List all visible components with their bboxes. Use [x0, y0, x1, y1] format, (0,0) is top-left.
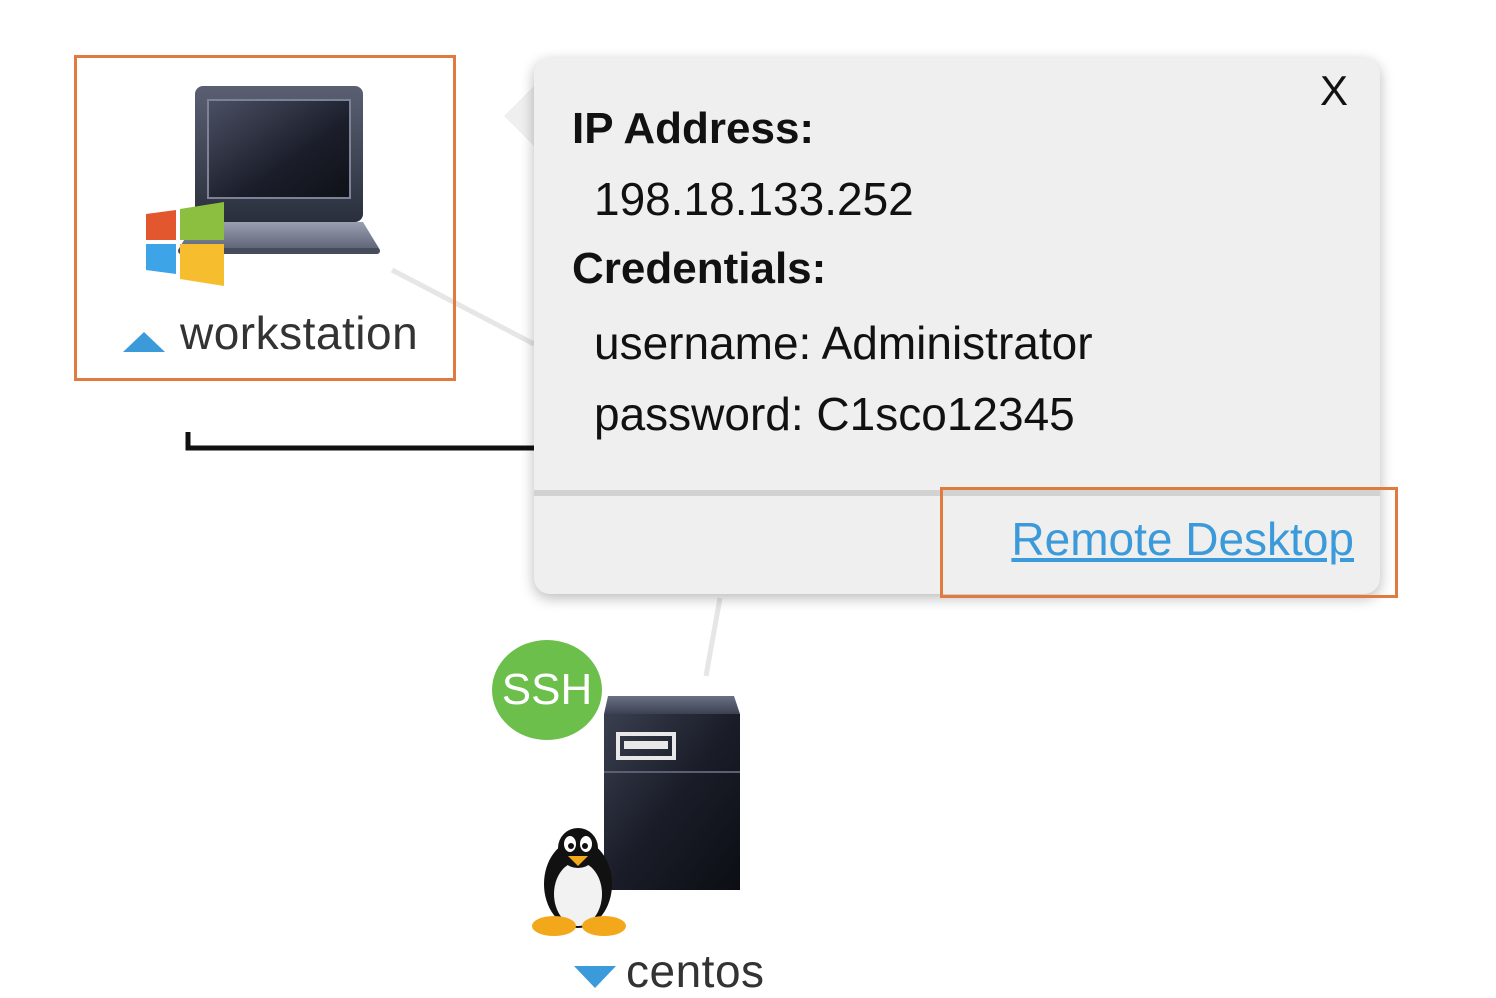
ssh-badge-label: SSH [501, 665, 593, 714]
centos-label[interactable]: centos [626, 944, 765, 998]
remote-desktop-highlight [940, 487, 1398, 598]
workstation-label[interactable]: workstation [180, 306, 418, 360]
credentials-heading: Credentials: [572, 244, 827, 293]
close-button[interactable]: X [1320, 70, 1348, 112]
laptop-windows-icon[interactable] [140, 82, 390, 292]
network-link-bracket [185, 432, 534, 451]
ssh-badge[interactable]: SSH [492, 640, 602, 740]
ip-address-heading: IP Address: [572, 104, 815, 153]
popover-arrow [504, 84, 536, 148]
username-value: username: Administrator [594, 317, 1093, 369]
password-value: password: C1sco12345 [594, 388, 1075, 440]
ip-address-value: 198.18.133.252 [594, 173, 914, 225]
triangle-down-icon[interactable] [572, 964, 618, 990]
triangle-up-icon[interactable] [121, 330, 167, 354]
link-popover-centos [703, 597, 723, 677]
